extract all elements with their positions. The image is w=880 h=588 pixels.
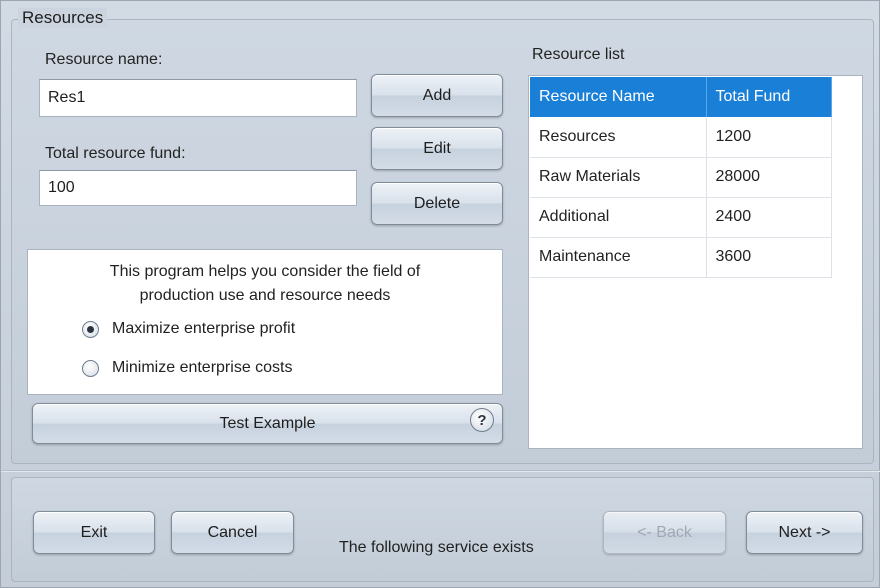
resource-name-label: Resource name:: [45, 51, 163, 68]
column-header-total-fund[interactable]: Total Fund: [706, 77, 832, 117]
info-panel: This program helps you consider the fiel…: [27, 249, 503, 395]
table-row[interactable]: Raw Materials 28000: [530, 157, 832, 198]
cell-total-fund: 2400: [706, 197, 832, 238]
edit-button[interactable]: Edit: [371, 127, 503, 170]
minimize-costs-option[interactable]: Minimize enterprise costs: [82, 357, 293, 379]
table-header-row: Resource Name Total Fund: [530, 77, 832, 117]
cell-resource-name: Resources: [530, 117, 707, 158]
cell-resource-name: Additional: [530, 197, 707, 238]
radio-unchecked-icon[interactable]: [82, 359, 99, 377]
resource-name-input[interactable]: [39, 79, 357, 117]
total-fund-input[interactable]: [39, 170, 357, 206]
maximize-profit-label: Maximize enterprise profit: [112, 320, 296, 337]
maximize-profit-option[interactable]: Maximize enterprise profit: [82, 318, 295, 340]
test-example-button[interactable]: Test Example ?: [32, 403, 503, 444]
info-line-2: production use and resource needs: [139, 287, 391, 304]
cell-total-fund: 3600: [706, 237, 832, 278]
exit-button[interactable]: Exit: [33, 511, 155, 554]
table-row[interactable]: Additional 2400: [530, 197, 832, 238]
resource-table: Resource Name Total Fund Resources 1200 …: [530, 77, 832, 278]
back-button[interactable]: <- Back: [603, 511, 726, 554]
test-example-label: Test Example: [219, 414, 316, 432]
resource-list-panel[interactable]: Resource Name Total Fund Resources 1200 …: [528, 75, 863, 449]
question-mark-icon[interactable]: ?: [470, 408, 494, 432]
wizard-window: Resources Resource name: Total resource …: [0, 0, 880, 588]
table-row[interactable]: Maintenance 3600: [530, 237, 832, 278]
divider: [1, 470, 880, 472]
next-button[interactable]: Next ->: [746, 511, 863, 554]
radio-checked-icon[interactable]: [82, 320, 99, 338]
table-row[interactable]: Resources 1200: [530, 117, 832, 158]
cancel-button[interactable]: Cancel: [171, 511, 294, 554]
status-text: The following service exists: [339, 539, 534, 556]
add-button[interactable]: Add: [371, 74, 503, 117]
cell-total-fund: 28000: [706, 157, 832, 198]
column-header-resource-name[interactable]: Resource Name: [530, 77, 707, 117]
minimize-costs-label: Minimize enterprise costs: [112, 359, 293, 376]
delete-button[interactable]: Delete: [371, 182, 503, 225]
cell-total-fund: 1200: [706, 117, 832, 158]
resource-list-title: Resource list: [532, 46, 625, 63]
cell-resource-name: Maintenance: [530, 237, 707, 278]
info-text: This program helps you consider the fiel…: [28, 260, 502, 308]
resources-group-title: Resources: [18, 8, 108, 28]
cell-resource-name: Raw Materials: [530, 157, 707, 198]
total-fund-label: Total resource fund:: [45, 145, 186, 162]
info-line-1: This program helps you consider the fiel…: [109, 263, 421, 280]
